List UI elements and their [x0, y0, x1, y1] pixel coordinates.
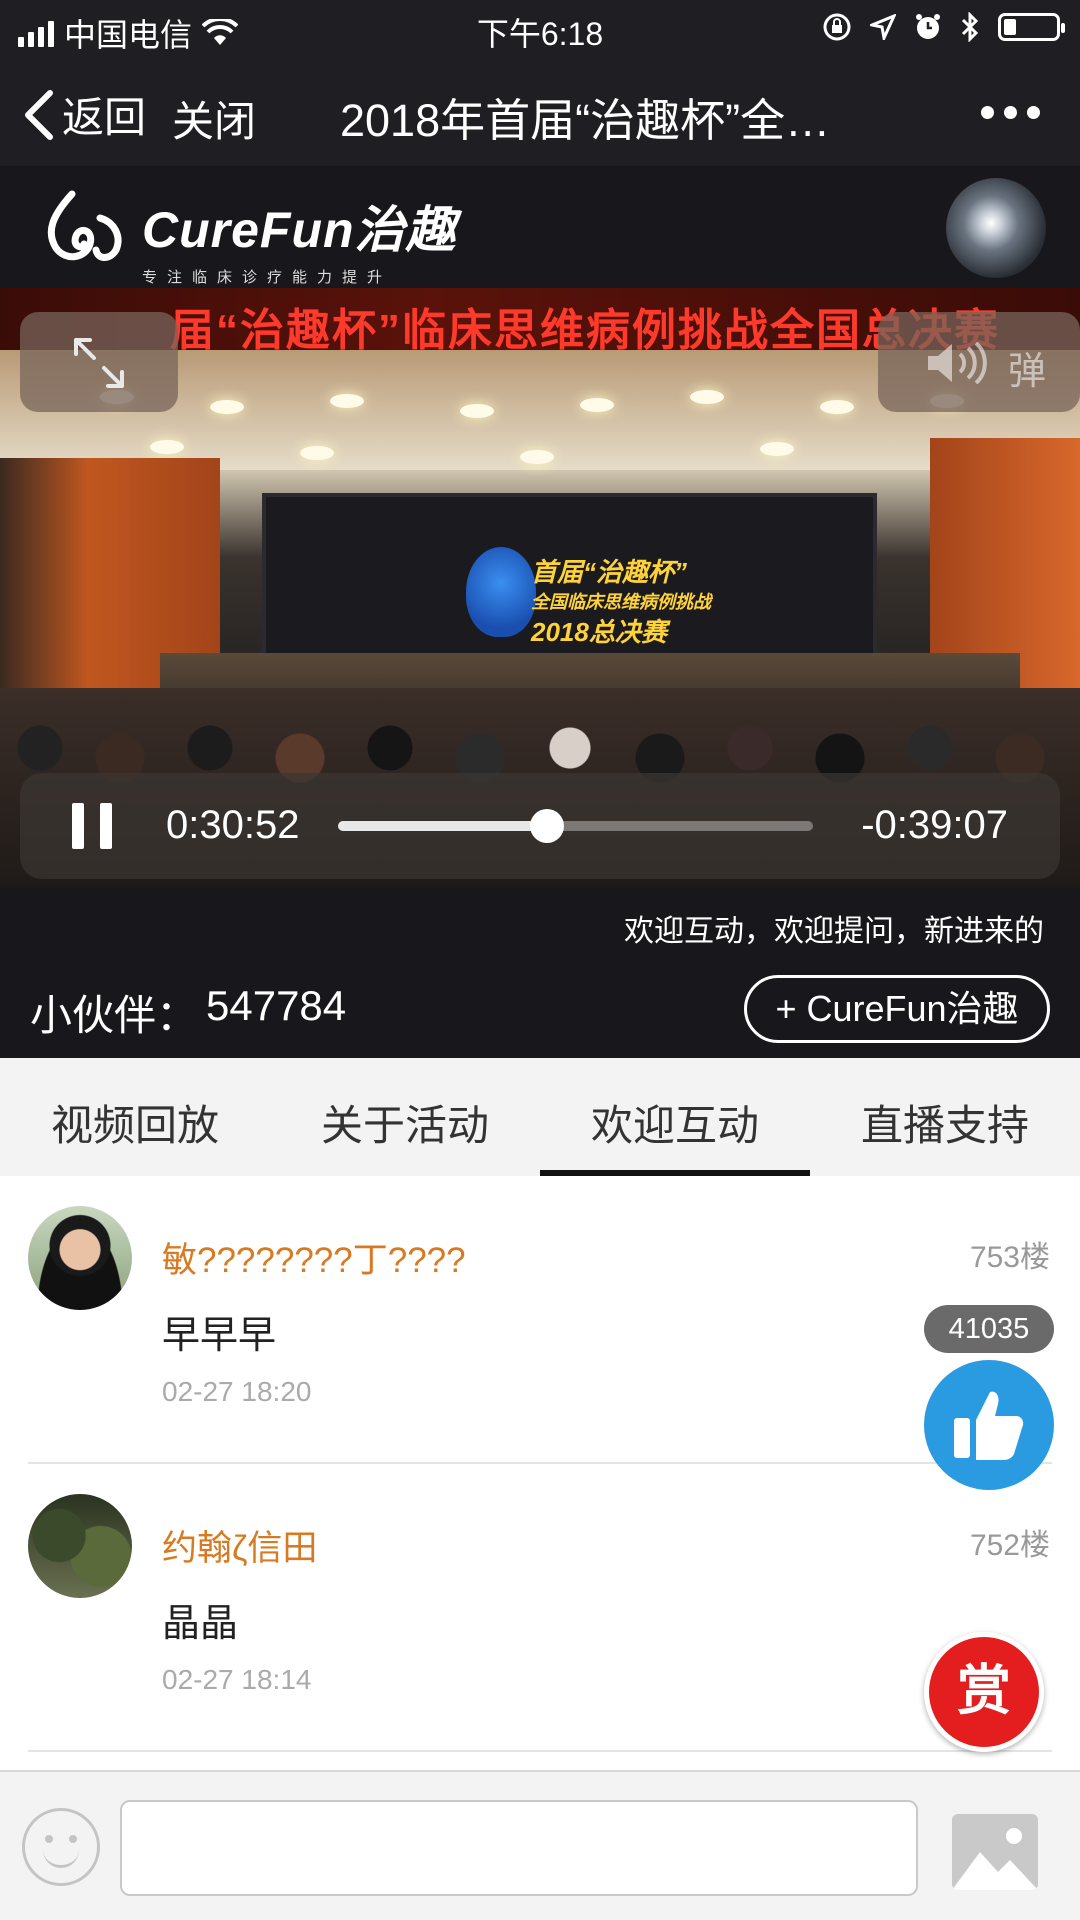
- comment-text: 晶晶: [162, 1603, 239, 1645]
- video-player[interactable]: 届“治趣杯”临床思维病例挑战全国总决赛 首届“治趣杯” 全国临床思维病例挑战 2…: [0, 288, 1080, 888]
- danmu-label: 弹: [1008, 351, 1047, 393]
- like-button[interactable]: [924, 1360, 1054, 1490]
- comment-list: 敏????????丁???? 753楼 早早早 02-27 18:20 约翰ζ信…: [0, 1176, 1080, 1770]
- mascot-figure: [466, 547, 536, 637]
- tab-live-support[interactable]: 直播支持: [810, 1058, 1080, 1176]
- screen-text: 首届“治趣杯” 全国临床思维病例挑战 2018总决赛: [531, 557, 711, 647]
- comment-text: 早早早: [162, 1315, 277, 1357]
- tab-video-replay[interactable]: 视频回放: [0, 1058, 270, 1176]
- elapsed-time: 0:30:52: [166, 803, 300, 847]
- lock-rotation-icon: [823, 13, 851, 41]
- location-icon: [870, 14, 896, 40]
- back-chevron-icon: [25, 89, 53, 140]
- image-icon[interactable]: [952, 1814, 1038, 1890]
- tab-interaction[interactable]: 欢迎互动: [540, 1058, 810, 1176]
- curefun-logo-icon: [47, 190, 122, 261]
- follow-button[interactable]: + CureFun治趣: [744, 975, 1050, 1043]
- divider: [28, 1750, 1052, 1752]
- audience-label: 小伙伴：: [30, 992, 199, 1039]
- like-count-badge: 41035: [924, 1305, 1054, 1353]
- back-label: 返回: [62, 94, 147, 141]
- battery-icon: [998, 13, 1065, 41]
- comment-username[interactable]: 敏????????丁????: [162, 1232, 466, 1283]
- brand-tagline: 专注临床诊疗能力提升: [142, 269, 393, 286]
- host-avatar[interactable]: [946, 178, 1046, 278]
- ticker-text: 欢迎互动，欢迎提问，新进来的: [624, 915, 1044, 948]
- comment-floor: 752楼: [969, 1529, 1050, 1562]
- follow-bar: 小伙伴： 547784 + CureFun治趣: [0, 960, 1080, 1058]
- comment-time: 02-27 18:20: [162, 1376, 312, 1407]
- bluetooth-icon: [961, 12, 979, 42]
- tab-bar: 视频回放 关于活动 欢迎互动 直播支持: [0, 1058, 1080, 1176]
- status-right: [822, 12, 1065, 42]
- brand-bar: CureFun治趣 专注临床诊疗能力提升: [0, 166, 1080, 288]
- volume-icon: [928, 342, 987, 384]
- ticker-bar: 欢迎互动，欢迎提问，新进来的: [0, 888, 1080, 960]
- comment-floor: 753楼: [969, 1241, 1050, 1274]
- remaining-time: -0:39:07: [861, 803, 1008, 847]
- status-bar: 中国电信 下午6:18: [0, 0, 1080, 60]
- nav-bar: 返回 关闭 2018年首届“治趣杯”全…: [0, 60, 1080, 166]
- comment-input[interactable]: [120, 1800, 918, 1896]
- seek-played: [338, 821, 547, 831]
- more-icon[interactable]: [981, 90, 1040, 119]
- close-button[interactable]: 关闭: [172, 88, 256, 149]
- comment-username[interactable]: 约翰ζ信田: [162, 1520, 317, 1571]
- comment-time: 02-27 18:14: [162, 1664, 312, 1695]
- brand-logo: CureFun治趣 专注临床诊疗能力提升: [42, 188, 457, 286]
- tab-about-event[interactable]: 关于活动: [270, 1058, 540, 1176]
- input-bar: [0, 1770, 1080, 1920]
- thumbs-up-icon: [954, 1391, 1024, 1460]
- brand-name: CureFun治趣: [142, 202, 457, 258]
- reward-button[interactable]: 赏: [924, 1632, 1044, 1752]
- avatar[interactable]: [28, 1494, 132, 1598]
- fullscreen-button[interactable]: [20, 312, 178, 412]
- pause-icon[interactable]: [72, 803, 114, 849]
- seek-bar[interactable]: [338, 809, 813, 843]
- expand-icon: [74, 338, 124, 388]
- page-title: 2018年首届“治趣杯”全…: [340, 95, 831, 146]
- seek-knob[interactable]: [530, 809, 564, 843]
- image-glyph: [952, 1828, 1038, 1890]
- video-controls: 0:30:52 -0:39:07: [20, 773, 1060, 879]
- audience-count: 547784: [206, 982, 347, 1029]
- avatar[interactable]: [28, 1206, 132, 1310]
- emoji-icon[interactable]: [22, 1808, 100, 1886]
- list-item: 敏????????丁???? 753楼 早早早 02-27 18:20: [0, 1176, 1080, 1464]
- danmu-toggle-button[interactable]: 弹: [878, 312, 1080, 412]
- alarm-icon: [916, 14, 940, 39]
- back-button[interactable]: 返回: [22, 84, 146, 145]
- list-item: 约翰ζ信田 752楼 晶晶 02-27 18:14: [0, 1464, 1080, 1752]
